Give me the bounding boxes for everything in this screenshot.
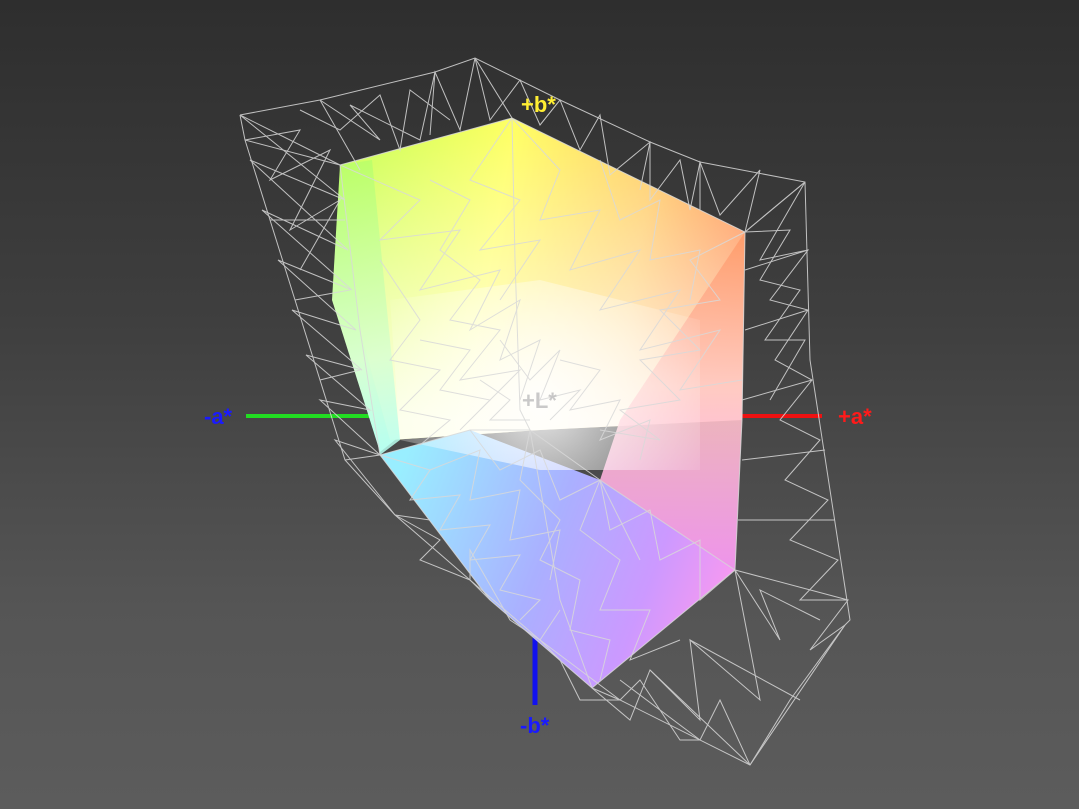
axis-label-plus-l: +L*	[522, 388, 557, 413]
axis-label-minus-a: -a*	[204, 404, 233, 429]
axis-label-plus-a: +a*	[838, 404, 872, 429]
gamut-center-glow	[390, 280, 700, 470]
gamut-3d-view: +b* -b* +a* -a* +L*	[204, 57, 872, 766]
axis-label-plus-b: +b*	[521, 92, 556, 117]
axis-label-minus-b: -b*	[520, 713, 550, 738]
